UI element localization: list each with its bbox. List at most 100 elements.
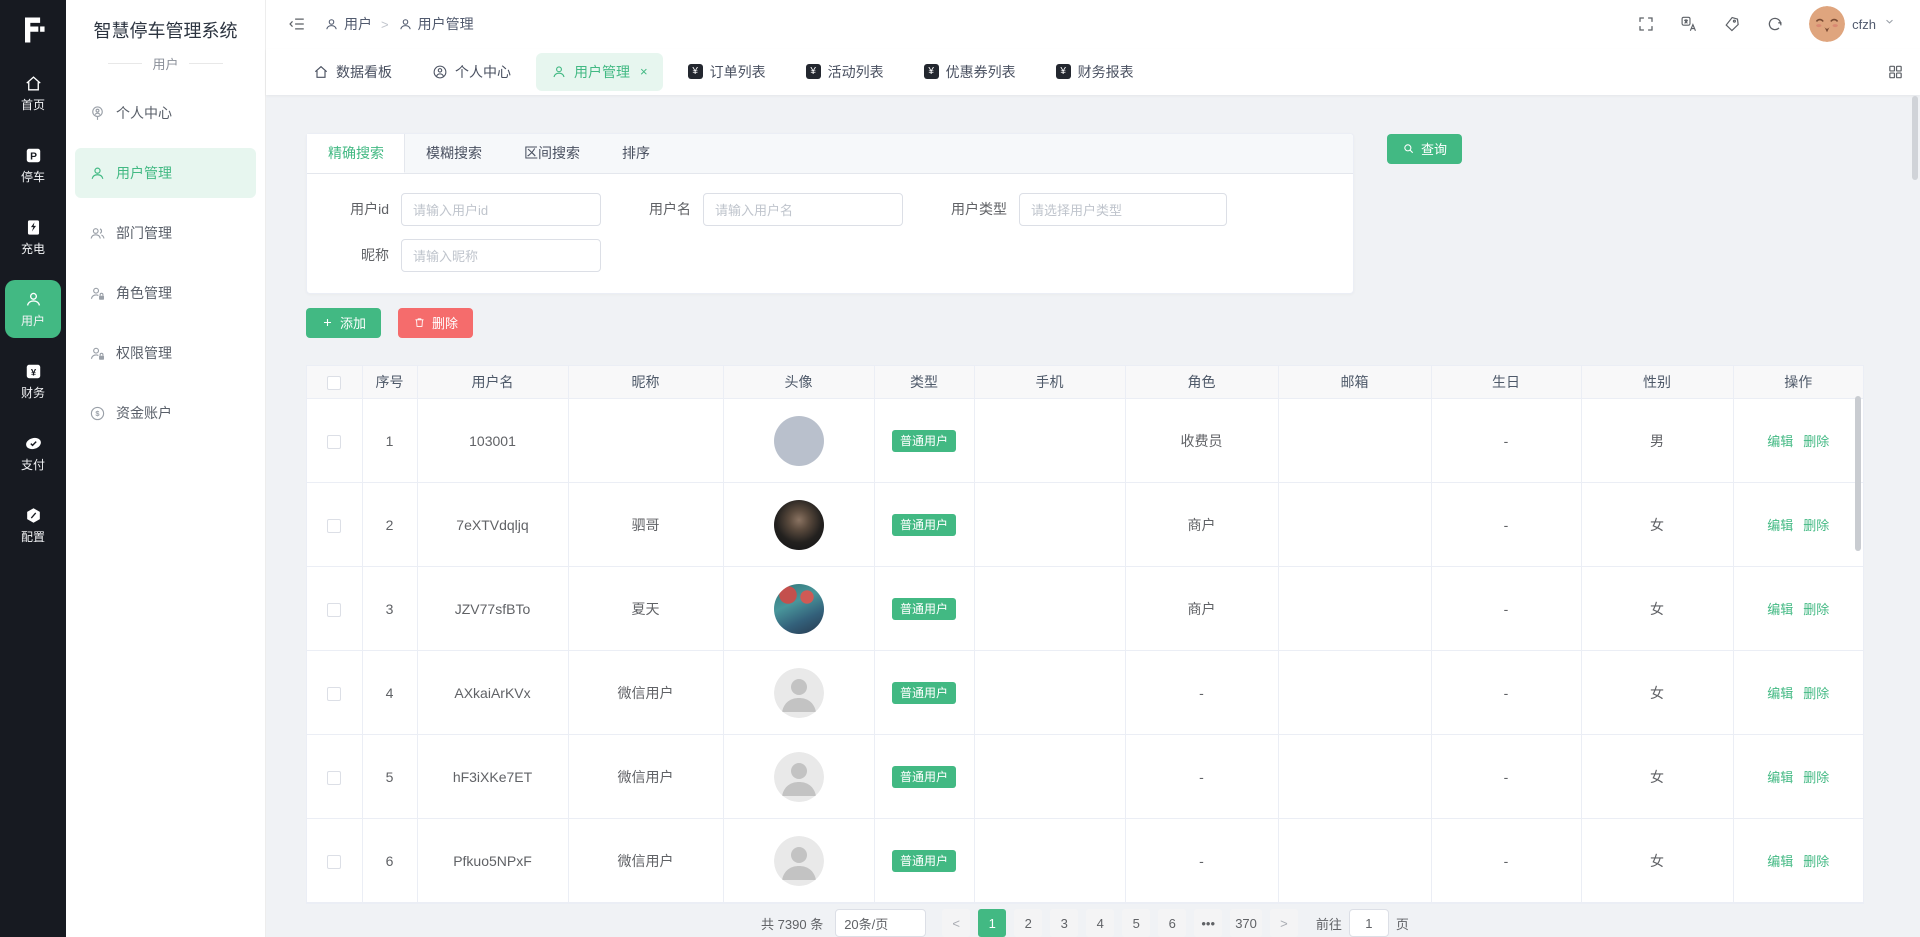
type-cell: 普通用户 [874, 818, 975, 903]
app-logo[interactable] [13, 10, 53, 50]
translate-icon[interactable] [1680, 15, 1698, 33]
row-checkbox[interactable] [327, 686, 342, 701]
page-button-1[interactable]: 1 [978, 909, 1007, 937]
edit-link[interactable]: 编辑 [1767, 434, 1793, 449]
tab-coupons[interactable]: ¥ 优惠券列表 [909, 53, 1031, 91]
tab-users[interactable]: 用户管理 × [536, 52, 663, 91]
field-username: 用户名 请输入用户名 [629, 192, 903, 226]
delete-link[interactable]: 删除 [1803, 770, 1829, 785]
breadcrumb-item[interactable]: 用户 [324, 14, 372, 34]
svg-text:¥: ¥ [30, 367, 36, 378]
user-type-select[interactable]: 请选择用户类型 [1019, 192, 1227, 226]
collapse-sidebar-icon[interactable] [288, 15, 306, 33]
tab-orders[interactable]: ¥ 订单列表 [673, 53, 781, 91]
sidebar-item-fund-account[interactable]: $ 资金账户 [75, 388, 256, 438]
edit-link[interactable]: 编辑 [1767, 854, 1793, 869]
search-tab-exact[interactable]: 精确搜索 [307, 133, 405, 173]
table: 序号 用户名 昵称 头像 类型 手机 角色 邮箱 生日 性别 操作 1 103001 普通用户 收费员 - 男… [307, 365, 1863, 903]
refresh-icon[interactable] [1766, 15, 1784, 33]
goto-page-input[interactable] [1348, 909, 1389, 937]
tab-dashboard[interactable]: 数据看板 [298, 53, 407, 91]
row-checkbox[interactable] [327, 602, 342, 617]
tab-profile[interactable]: 个人中心 [417, 53, 526, 91]
edit-link[interactable]: 编辑 [1767, 686, 1793, 701]
page-button-2[interactable]: 2 [1014, 909, 1043, 937]
username-cell: JZV77sfBTo [417, 566, 569, 651]
prev-page-button[interactable]: < [942, 909, 971, 937]
column-header: 生日 [1431, 365, 1582, 399]
page-button-370[interactable]: 370 [1230, 909, 1262, 937]
page-button-5[interactable]: 5 [1122, 909, 1151, 937]
page-button-6[interactable]: 6 [1158, 909, 1187, 937]
yen-square-icon: ¥ [923, 64, 939, 79]
user-menu[interactable]: cfzh [1809, 6, 1896, 43]
birthday-cell: - [1431, 818, 1582, 903]
sidebar-item-dept-management[interactable]: 部门管理 [75, 208, 256, 258]
delete-link[interactable]: 删除 [1803, 434, 1829, 449]
gender-cell: 女 [1581, 566, 1734, 651]
birthday-cell: - [1431, 734, 1582, 819]
page-size-value: 20条/页 [844, 916, 889, 932]
username-cell: 103001 [417, 398, 569, 483]
row-checkbox[interactable] [327, 770, 342, 785]
username-input[interactable]: 请输入用户名 [703, 192, 903, 226]
tab-activities[interactable]: ¥ 活动列表 [791, 53, 899, 91]
query-button[interactable]: 查询 [1387, 133, 1463, 164]
row-checkbox[interactable] [327, 434, 342, 449]
sidebar-item-perm-management[interactable]: 权限管理 [75, 328, 256, 378]
search-tab-fuzzy[interactable]: 模糊搜索 [405, 134, 503, 173]
search-tab-sort[interactable]: 排序 [601, 134, 671, 173]
gender-cell: 男 [1581, 398, 1734, 483]
nickname-input[interactable]: 请输入昵称 [401, 238, 601, 272]
more-pages-button[interactable]: ••• [1194, 909, 1223, 937]
rail-item-config[interactable]: 配置 [5, 496, 61, 554]
select-all-checkbox[interactable] [327, 375, 342, 390]
user-id-input[interactable]: 请输入用户id [401, 192, 601, 226]
grid-view-icon[interactable] [1887, 63, 1904, 80]
delete-link[interactable]: 删除 [1803, 518, 1829, 533]
breadcrumb-item[interactable]: 用户管理 [398, 14, 474, 34]
sidebar-item-role-management[interactable]: 角色管理 [75, 268, 256, 318]
rail-item-payment[interactable]: 支付 [5, 424, 61, 482]
sidebar-item-profile-center[interactable]: 个人中心 [75, 88, 256, 138]
email-cell [1278, 650, 1432, 735]
row-checkbox[interactable] [327, 518, 342, 533]
delete-link[interactable]: 删除 [1803, 686, 1829, 701]
edit-link[interactable]: 编辑 [1767, 770, 1793, 785]
rail-item-charging[interactable]: 充电 [5, 208, 61, 266]
username-cell: Pfkuo5NPxF [417, 818, 569, 903]
next-page-button[interactable]: > [1269, 909, 1298, 937]
row-checkbox[interactable] [327, 854, 342, 869]
delete-link[interactable]: 删除 [1803, 854, 1829, 869]
rail-item-user[interactable]: 用户 [5, 280, 61, 338]
page-size-select[interactable]: 20条/页 [835, 909, 927, 937]
edit-link[interactable]: 编辑 [1767, 602, 1793, 617]
page-button-3[interactable]: 3 [1050, 909, 1079, 937]
rail-item-home[interactable]: 首页 [5, 64, 61, 122]
close-tab-icon[interactable]: × [640, 64, 648, 79]
add-button[interactable]: 添加 [306, 307, 382, 338]
table-scrollbar-thumb[interactable] [1855, 395, 1861, 551]
sidebar: 智慧停车管理系统 用户 个人中心 用户管理 部门管理 角色管理 权限管理 $ 资金账户 [66, 0, 266, 937]
breadcrumb-separator: > [381, 16, 389, 32]
rail-item-parking[interactable]: P 停车 [5, 136, 61, 194]
page-button-4[interactable]: 4 [1086, 909, 1115, 937]
tab-reports[interactable]: ¥ 财务报表 [1041, 53, 1149, 91]
sidebar-item-user-management[interactable]: 用户管理 [75, 148, 256, 198]
nickname-cell: 夏天 [568, 566, 724, 651]
rail-item-finance[interactable]: ¥ 财务 [5, 352, 61, 410]
main-column: 用户 > 用户管理 cfzh 数据看板 个人中心 用户管理 × ¥ 订单列表 ¥… [266, 0, 1920, 937]
fullscreen-icon[interactable] [1637, 15, 1655, 33]
column-header: 角色 [1125, 365, 1279, 399]
pin-icon [89, 105, 106, 122]
plus-icon [323, 318, 332, 327]
page-content: 精确搜索 模糊搜索 区间搜索 排序 用户id 请输入用户id 用户名 请输入用户名 用户类型请… [266, 95, 1920, 937]
column-header: 操作 [1733, 365, 1863, 399]
tags-icon[interactable] [1723, 15, 1741, 33]
search-tab-range[interactable]: 区间搜索 [503, 134, 601, 173]
page-scrollbar-thumb[interactable] [1912, 96, 1918, 180]
delete-button[interactable]: 删除 [398, 307, 474, 338]
edit-link[interactable]: 编辑 [1767, 518, 1793, 533]
rail-item-label: 财务 [20, 385, 45, 400]
delete-link[interactable]: 删除 [1803, 602, 1829, 617]
